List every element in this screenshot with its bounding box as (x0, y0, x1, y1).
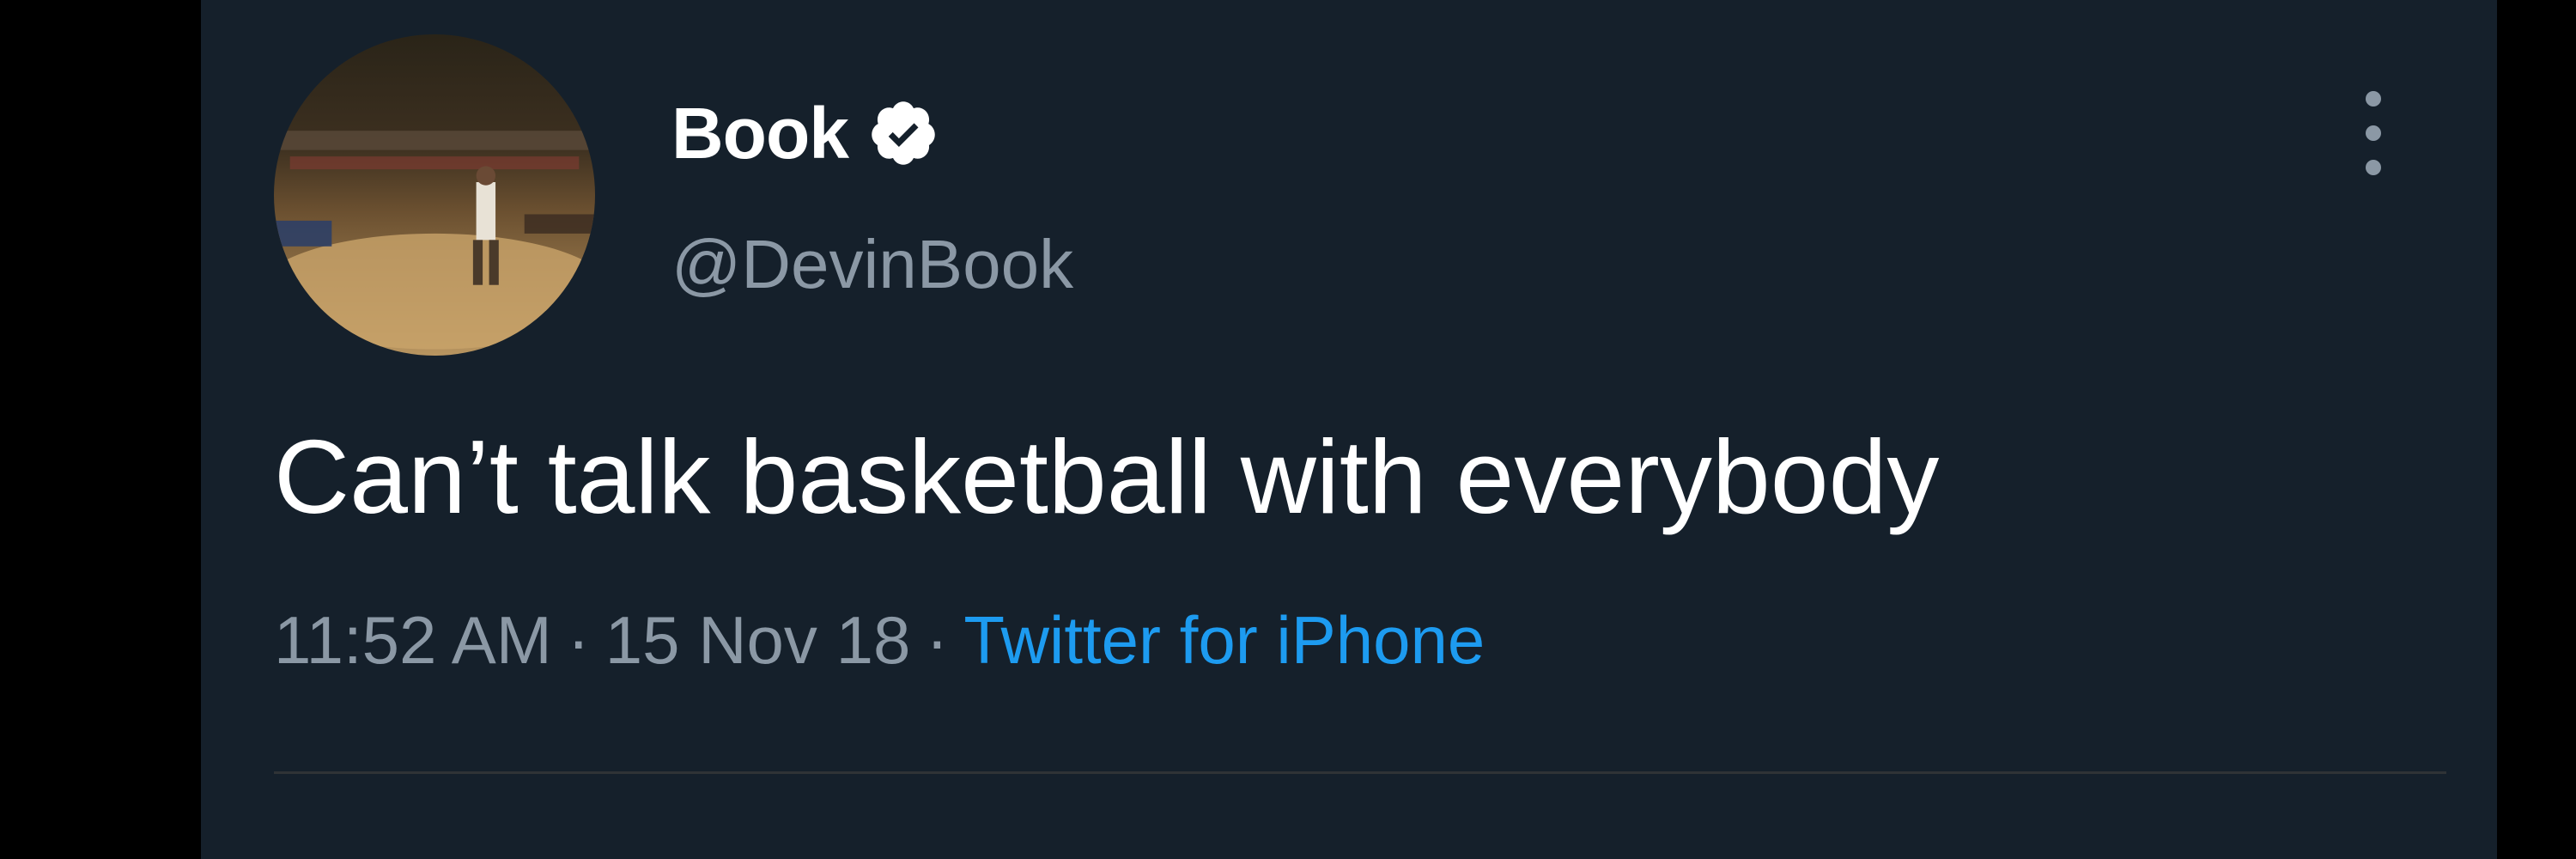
screenshot-frame: Book @DevinBook Can’t talk basketball wi… (0, 0, 2576, 859)
tweet-card: Book @DevinBook Can’t talk basketball wi… (201, 0, 2497, 859)
avatar-image (274, 34, 595, 356)
tweet-date[interactable]: 15 Nov 18 (605, 601, 911, 679)
tweet-source-link[interactable]: Twitter for iPhone (963, 601, 1485, 679)
more-vertical-icon-dot (2366, 160, 2381, 175)
verified-badge-icon (867, 97, 939, 169)
author-handle[interactable]: @DevinBook (671, 225, 1073, 304)
meta-separator: · (567, 602, 590, 678)
tweet-meta: 11:52 AM · 15 Nov 18 · Twitter for iPhon… (274, 601, 1485, 679)
divider (274, 771, 2446, 774)
tweet-text: Can’t talk basketball with everybody (274, 418, 1940, 535)
display-name[interactable]: Book (671, 92, 849, 175)
author-name-row: Book (671, 86, 939, 180)
more-options-button[interactable] (2348, 86, 2399, 180)
more-vertical-icon (2366, 91, 2381, 107)
avatar[interactable] (274, 34, 595, 356)
tweet-time[interactable]: 11:52 AM (274, 601, 552, 679)
meta-separator: · (926, 602, 949, 678)
more-vertical-icon-dot (2366, 125, 2381, 141)
